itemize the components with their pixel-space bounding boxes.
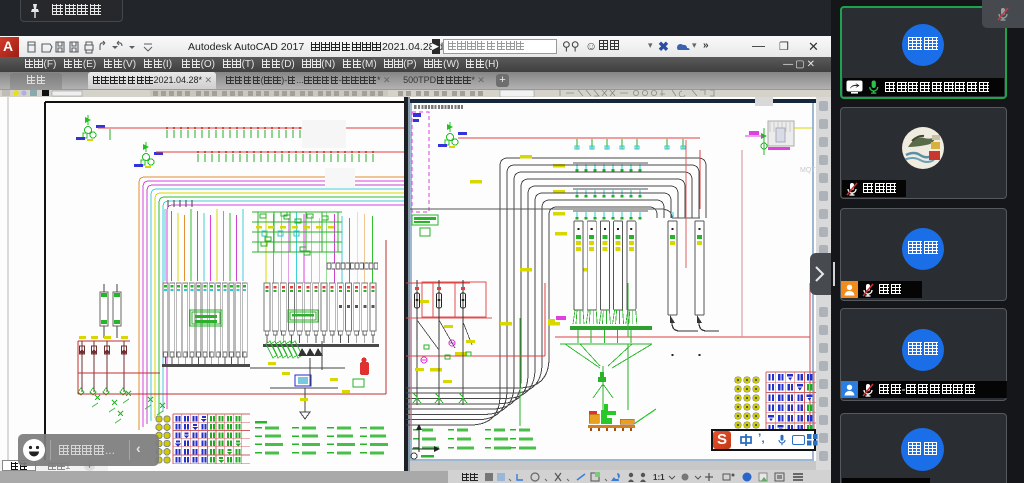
svg-text:1:1: 1:1 (653, 473, 665, 482)
svg-text:MQT: MQT (800, 167, 816, 174)
